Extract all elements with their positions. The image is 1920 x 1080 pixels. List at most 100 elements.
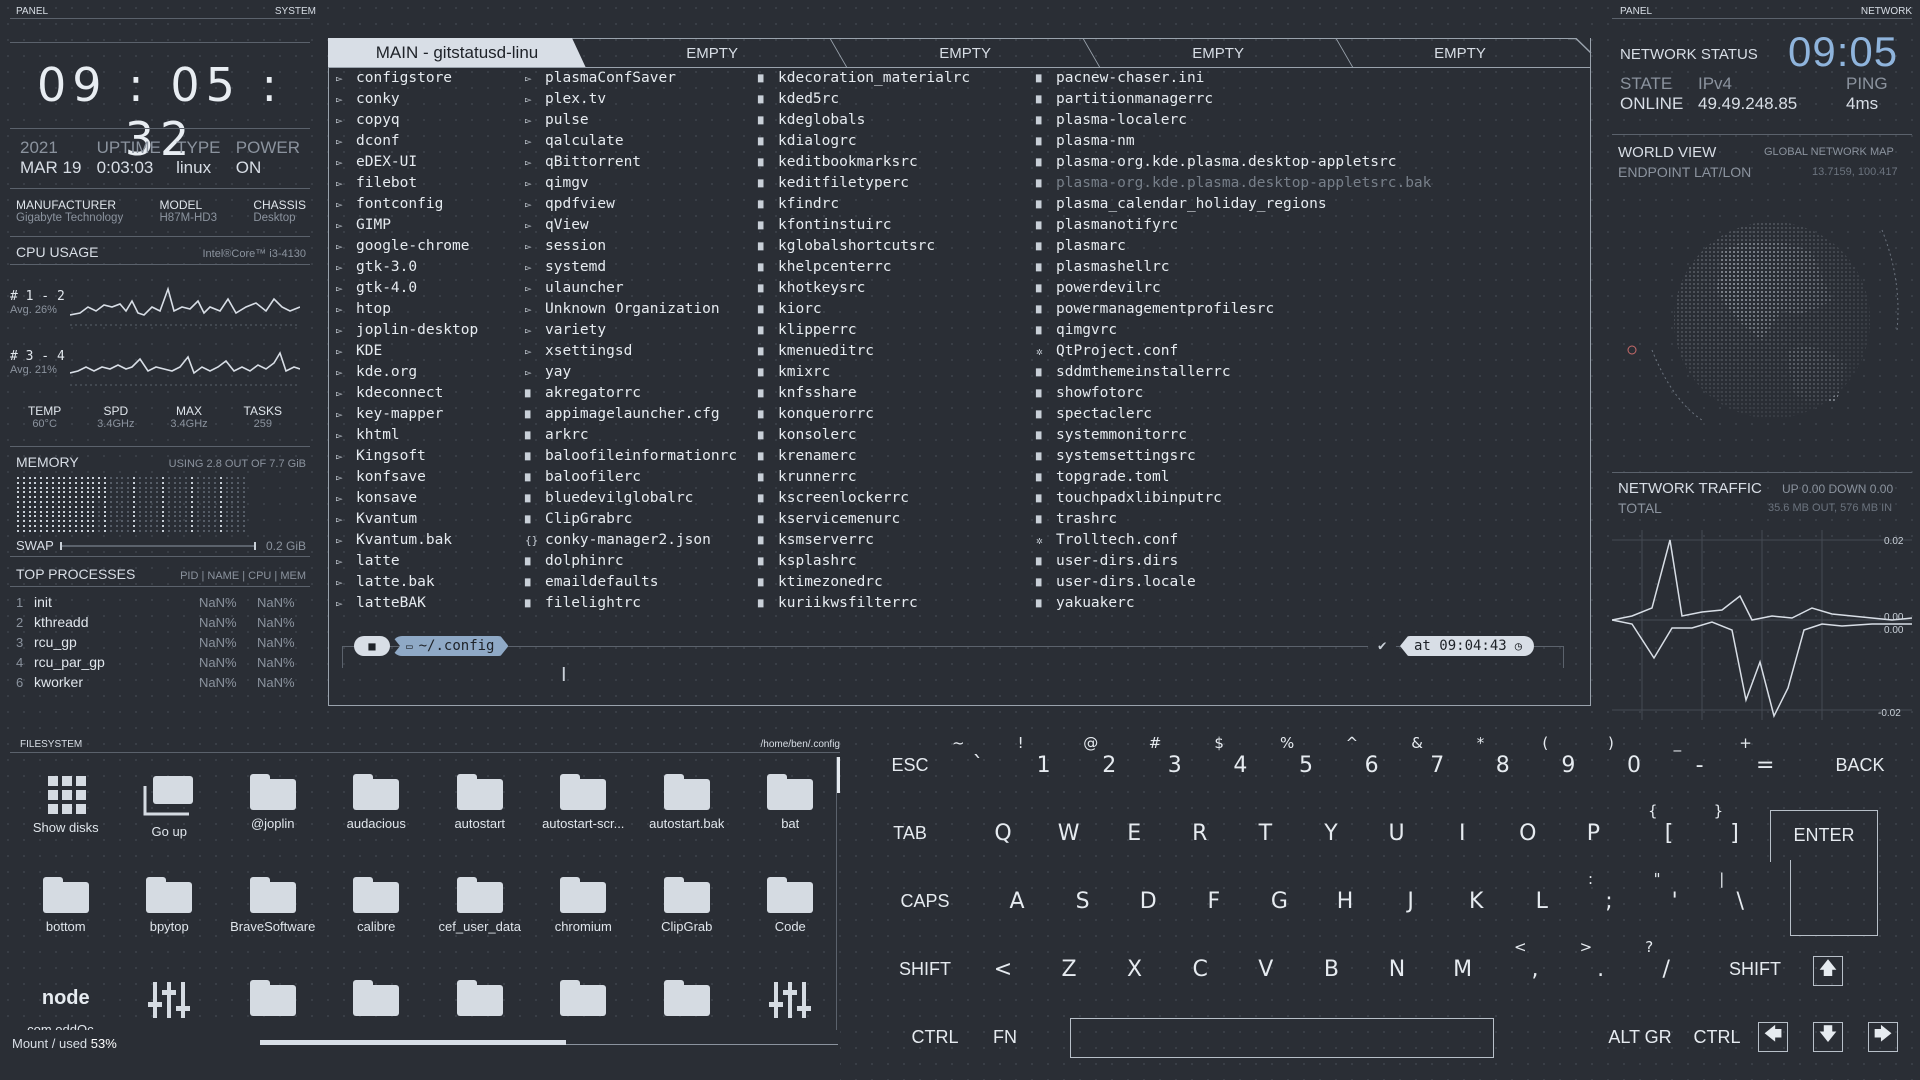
directory-entry[interactable]: ▻ joplin-desktop	[336, 320, 478, 341]
key-y[interactable]: Y	[1306, 808, 1356, 858]
file-entry[interactable]: ▆ klipperrc	[758, 320, 970, 341]
key-shift-left[interactable]: SHIFT	[880, 944, 970, 994]
filesystem-item[interactable]: @joplin	[221, 770, 325, 873]
key-i[interactable]: I	[1437, 808, 1487, 858]
filesystem-item[interactable]: ClipGrab	[635, 873, 739, 976]
key-8[interactable]: * 8	[1473, 734, 1533, 790]
directory-entry[interactable]: ▻ Kvantum	[336, 509, 478, 530]
directory-entry[interactable]: ▻ systemd	[525, 257, 737, 278]
file-entry[interactable]: ▆ plasmarc	[1036, 236, 1431, 257]
key-punct[interactable]: ? /	[1641, 938, 1691, 994]
directory-entry[interactable]: ▻ gtk-3.0	[336, 257, 478, 278]
file-entry[interactable]: ▆ khotkeysrc	[758, 278, 970, 299]
key-arrow-down[interactable]: 🡇	[1813, 1022, 1843, 1052]
directory-entry[interactable]: ▻ variety	[525, 320, 737, 341]
key-esc[interactable]: ESC	[880, 740, 940, 790]
file-entry[interactable]: ▆ konquerorrc	[758, 404, 970, 425]
key-j[interactable]: J	[1386, 876, 1436, 926]
file-entry[interactable]: ▆ emaildefaults	[525, 572, 737, 593]
directory-entry[interactable]: ▻ yay	[525, 362, 737, 383]
key-x[interactable]: X	[1110, 944, 1160, 994]
key-ctrl-right[interactable]: CTRL	[1686, 1012, 1748, 1062]
file-entry[interactable]: ▆ plasmanotifyrc	[1036, 215, 1431, 236]
key-4[interactable]: $4	[1210, 734, 1270, 790]
file-entry[interactable]: ✲ Trolltech.conf	[1036, 530, 1431, 551]
process-row[interactable]: 1 init NaN% NaN%	[16, 592, 306, 612]
file-entry[interactable]: ▆ appimagelauncher.cfg	[525, 404, 737, 425]
key-tab[interactable]: TAB	[880, 808, 940, 858]
key-punct[interactable]: | \	[1715, 870, 1765, 926]
file-entry[interactable]: ▆ baloofilerc	[525, 467, 737, 488]
file-entry[interactable]: ▆ sddmthemeinstallerrc	[1036, 362, 1431, 383]
directory-entry[interactable]: ▻ GIMP	[336, 215, 478, 236]
file-entry[interactable]: ▆ plasmashellrc	[1036, 257, 1431, 278]
process-row[interactable]: 3 rcu_gp NaN% NaN%	[16, 632, 306, 652]
file-entry[interactable]: ▆ konsolerc	[758, 425, 970, 446]
key-arrow-up[interactable]: 🡅	[1813, 956, 1843, 986]
key-k[interactable]: K	[1451, 876, 1501, 926]
key-ctrl-left[interactable]: CTRL	[900, 1012, 970, 1062]
directory-entry[interactable]: ▻ filebot	[336, 173, 478, 194]
file-entry[interactable]: ▆ ksmserverrc	[758, 530, 970, 551]
directory-entry[interactable]: ▻ htop	[336, 299, 478, 320]
file-entry[interactable]: ▆ plasma-org.kde.plasma.desktop-appletsrc…	[1036, 173, 1431, 194]
directory-entry[interactable]: ▻ pulse	[525, 110, 737, 131]
file-entry[interactable]: ▆ kiorc	[758, 299, 970, 320]
filesystem-item[interactable]: autostart	[428, 770, 532, 873]
directory-entry[interactable]: ▻ kdeconnect	[336, 383, 478, 404]
file-entry[interactable]: ▆ ksplashrc	[758, 551, 970, 572]
key-t[interactable]: T	[1240, 808, 1290, 858]
filesystem-item[interactable]: chromium	[532, 873, 636, 976]
filesystem-item[interactable]: bpytop	[118, 873, 222, 976]
directory-entry[interactable]: ▻ configstore	[336, 68, 478, 89]
file-entry[interactable]: ▆ ClipGrabrc	[525, 509, 737, 530]
file-entry[interactable]: ▆ akregatorrc	[525, 383, 737, 404]
directory-entry[interactable]: ▻ qalculate	[525, 131, 737, 152]
file-entry[interactable]: ▆ kdeglobals	[758, 110, 970, 131]
key-punct[interactable]: <,	[1510, 938, 1560, 994]
directory-entry[interactable]: ▻ qpdfview	[525, 194, 737, 215]
file-entry[interactable]: ▆ touchpadxlibinputrc	[1036, 488, 1431, 509]
directory-entry[interactable]: ▻ Kingsoft	[336, 446, 478, 467]
directory-entry[interactable]: ▻ konfsave	[336, 467, 478, 488]
key-v[interactable]: V	[1241, 944, 1291, 994]
directory-entry[interactable]: ▻ KDE	[336, 341, 478, 362]
key-caps-lock[interactable]: CAPS	[880, 876, 970, 926]
key-arrow-left[interactable]: 🡄	[1758, 1022, 1788, 1052]
directory-entry[interactable]: ▻ dconf	[336, 131, 478, 152]
directory-entry[interactable]: ▻ xsettingsd	[525, 341, 737, 362]
key-shift-right[interactable]: SHIFT	[1710, 944, 1800, 994]
key-1[interactable]: ! 1	[1014, 734, 1074, 790]
key-s[interactable]: S	[1058, 876, 1108, 926]
file-entry[interactable]: ▆ qimgvrc	[1036, 320, 1431, 341]
file-entry[interactable]: ▆ plasma-nm	[1036, 131, 1431, 152]
file-entry[interactable]: ▆ trashrc	[1036, 509, 1431, 530]
filesystem-item[interactable]: Code	[739, 873, 843, 976]
key-u[interactable]: U	[1372, 808, 1422, 858]
key-a[interactable]: A	[992, 876, 1042, 926]
file-entry[interactable]: ▆ powerdevilrc	[1036, 278, 1431, 299]
key-9[interactable]: (9	[1538, 734, 1598, 790]
key-punct[interactable]: :;	[1584, 870, 1634, 926]
filesystem-item[interactable]: bat	[739, 770, 843, 873]
file-entry[interactable]: ▆ showfotorc	[1036, 383, 1431, 404]
tab-empty-4[interactable]: EMPTY	[1345, 38, 1575, 68]
file-entry[interactable]: ▆ kdecoration_materialrc	[758, 68, 970, 89]
file-entry[interactable]: ▆ kservicemenurc	[758, 509, 970, 530]
directory-entry[interactable]: ▻ Kvantum.bak	[336, 530, 478, 551]
file-entry[interactable]: ▆ bluedevilglobalrc	[525, 488, 737, 509]
key-2[interactable]: @2	[1079, 734, 1139, 790]
directory-entry[interactable]: ▻ qView	[525, 215, 737, 236]
file-entry[interactable]: ▆ baloofileinformationrc	[525, 446, 737, 467]
key-r[interactable]: R	[1175, 808, 1225, 858]
directory-entry[interactable]: ▻ khtml	[336, 425, 478, 446]
directory-entry[interactable]: ▻ Unknown Organization	[525, 299, 737, 320]
directory-entry[interactable]: ▻ eDEX-UI	[336, 152, 478, 173]
filesystem-item[interactable]: autostart-scr...	[532, 770, 636, 873]
file-entry[interactable]: ▆ krunnerrc	[758, 467, 970, 488]
tab-empty-2[interactable]: EMPTY	[830, 38, 1101, 68]
file-entry[interactable]: ▆ user-dirs.locale	[1036, 572, 1431, 593]
filesystem-item[interactable]: autostart.bak	[635, 770, 739, 873]
key-l[interactable]: L	[1517, 876, 1567, 926]
file-entry[interactable]: ▆ keditbookmarksrc	[758, 152, 970, 173]
